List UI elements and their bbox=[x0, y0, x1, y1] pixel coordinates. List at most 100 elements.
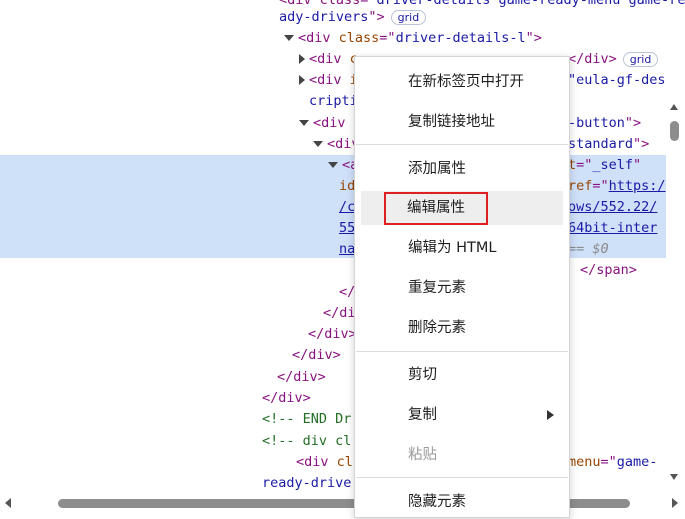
code-token: menu bbox=[568, 454, 601, 470]
code-token: _self bbox=[592, 157, 634, 173]
menu-item-delete-element[interactable]: 删除元素 bbox=[356, 311, 568, 345]
code-line-tail[interactable]: -button"> bbox=[568, 113, 641, 134]
code-line[interactable]: <div class="driver-details-l"> bbox=[284, 28, 542, 49]
code-token: </div> bbox=[277, 369, 326, 385]
code-line-tail[interactable]: ref="https:/ bbox=[568, 176, 666, 197]
grid-badge[interactable]: grid bbox=[622, 51, 659, 67]
menu-separator bbox=[356, 477, 568, 478]
code-token: ref bbox=[568, 178, 593, 194]
code-token: <div bbox=[309, 51, 342, 67]
code-line-tail[interactable]: ows/552.22/ bbox=[568, 197, 657, 218]
grid-badge[interactable]: grid bbox=[390, 9, 427, 25]
menu-item-paste: 粘贴 bbox=[408, 447, 437, 463]
menu-item-cut[interactable]: 剪切 bbox=[356, 358, 568, 392]
code-line[interactable]: <div cl bbox=[296, 452, 353, 473]
code-token: </ bbox=[339, 284, 356, 300]
expand-arrow-icon[interactable] bbox=[299, 75, 305, 85]
code-line[interactable]: </di bbox=[323, 303, 356, 324]
code-line[interactable]: <!-- END Dr bbox=[262, 409, 351, 430]
code-token: game- bbox=[616, 454, 658, 470]
menu-separator bbox=[356, 351, 568, 352]
code-link[interactable]: /c bbox=[339, 199, 355, 215]
code-token: "eula-gf-des bbox=[568, 72, 666, 88]
code-line-selected[interactable]: id bbox=[339, 176, 355, 197]
menu-item-duplicate-element[interactable]: 重复元素 bbox=[356, 271, 568, 305]
code-line-tail[interactable]: </span> bbox=[580, 260, 637, 281]
code-line-tail[interactable]: </div> grid bbox=[568, 49, 659, 70]
code-token: =" bbox=[592, 178, 609, 194]
highlight-annotation-box bbox=[384, 192, 488, 225]
vertical-scrollbar-thumb[interactable] bbox=[670, 121, 679, 141]
code-token: "> bbox=[624, 115, 642, 131]
code-token: game-ready-menu bbox=[498, 0, 621, 8]
code-token: </div> bbox=[568, 51, 617, 67]
collapse-arrow-icon[interactable] bbox=[284, 35, 294, 41]
collapse-arrow-icon[interactable] bbox=[313, 141, 323, 147]
selected-node-marker: == $0 bbox=[568, 241, 609, 257]
code-comment: <!-- END Dr bbox=[262, 411, 352, 427]
code-line[interactable]: </div> bbox=[262, 388, 311, 409]
code-token: </di bbox=[323, 305, 356, 321]
code-line[interactable]: <div i bbox=[299, 70, 358, 91]
code-link[interactable]: 55 bbox=[339, 220, 355, 236]
code-line[interactable]: <div c bbox=[299, 49, 358, 70]
collapse-arrow-icon[interactable] bbox=[328, 162, 338, 168]
code-token: <div bbox=[296, 454, 329, 470]
menu-separator bbox=[356, 144, 568, 145]
code-line[interactable]: </div> bbox=[292, 345, 341, 366]
code-link[interactable]: na bbox=[339, 241, 355, 257]
code-line-tail[interactable]: t="_self" bbox=[568, 155, 641, 176]
code-token: <div bbox=[309, 72, 342, 88]
menu-item-hide-element[interactable]: 隐藏元素 bbox=[356, 485, 568, 519]
code-line-selected[interactable]: 55 bbox=[339, 218, 355, 239]
elements-panel: <div class="driver-details game-ready-me… bbox=[0, 0, 685, 511]
code-line[interactable]: cripti bbox=[309, 91, 358, 112]
collapse-arrow-icon[interactable] bbox=[299, 120, 309, 126]
code-line[interactable]: </div> bbox=[277, 367, 326, 388]
code-token: game-re bbox=[628, 0, 685, 8]
code-token: id bbox=[339, 178, 356, 194]
code-token: cl bbox=[328, 454, 353, 470]
scroll-down-arrow-icon[interactable] bbox=[670, 474, 678, 480]
menu-item-copy-link-address[interactable]: 复制链接地址 bbox=[356, 105, 568, 139]
menu-item-edit-as-html[interactable]: 编辑为 HTML bbox=[356, 231, 568, 265]
code-line-tail[interactable]: standard"> bbox=[568, 134, 649, 155]
code-line[interactable]: ady-drivers"> grid bbox=[279, 7, 427, 28]
context-menu: 在新标签页中打开 复制链接地址 添加属性 编辑属性 编辑为 HTML 重复元素 … bbox=[354, 56, 570, 518]
code-token: ready-drive bbox=[262, 475, 352, 491]
code-token: standard bbox=[568, 136, 634, 152]
code-token: driver-details-l bbox=[395, 30, 526, 46]
code-token: " bbox=[633, 157, 642, 173]
menu-item-copy[interactable]: 复制 bbox=[356, 398, 568, 432]
code-line[interactable]: </ bbox=[339, 282, 355, 303]
code-line[interactable]: </div> bbox=[308, 324, 357, 345]
code-token: class bbox=[330, 30, 380, 46]
code-line-tail[interactable]: "eula-gf-des bbox=[568, 70, 666, 91]
code-line-selected[interactable]: /c bbox=[339, 197, 355, 218]
code-link[interactable]: 64bit-inter bbox=[568, 220, 657, 236]
menu-item-add-attribute[interactable]: 添加属性 bbox=[356, 152, 568, 186]
code-comment: <!-- div cl bbox=[262, 433, 352, 449]
code-line-selected[interactable]: na bbox=[339, 239, 355, 260]
code-token: "> bbox=[525, 30, 542, 46]
code-line[interactable]: <!-- div cl bbox=[262, 431, 351, 452]
code-link[interactable]: ows/552.22/ bbox=[568, 199, 657, 215]
code-line-tail[interactable]: 64bit-inter bbox=[568, 218, 657, 239]
scroll-left-arrow-icon[interactable] bbox=[5, 498, 11, 508]
scroll-right-arrow-icon[interactable] bbox=[672, 498, 678, 508]
horizontal-scrollbar[interactable] bbox=[0, 496, 685, 511]
scroll-up-arrow-icon[interactable] bbox=[670, 104, 678, 110]
code-line[interactable]: ready-drive bbox=[262, 473, 351, 494]
code-token: </div> bbox=[262, 390, 311, 406]
code-token: =" bbox=[576, 157, 593, 173]
code-token: "> bbox=[368, 9, 385, 25]
code-token: cripti bbox=[309, 93, 358, 109]
expand-arrow-icon[interactable] bbox=[299, 54, 305, 64]
code-token: </div> bbox=[292, 347, 341, 363]
code-line[interactable]: <div bbox=[313, 134, 360, 155]
code-line[interactable]: <div c bbox=[299, 113, 362, 134]
code-link[interactable]: https:/ bbox=[609, 178, 666, 194]
menu-item-open-in-new-tab[interactable]: 在新标签页中打开 bbox=[356, 65, 568, 99]
code-line-tail[interactable]: menu="game- bbox=[568, 452, 657, 473]
